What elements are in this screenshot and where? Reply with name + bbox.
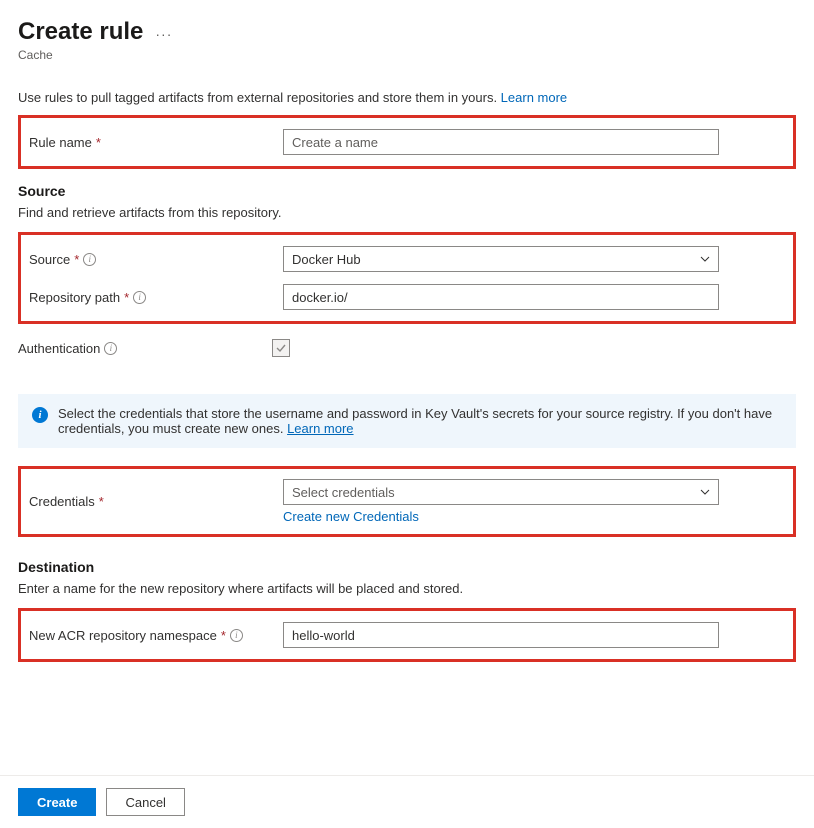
authentication-checkbox[interactable]	[272, 339, 290, 357]
destination-desc: Enter a name for the new repository wher…	[18, 581, 796, 596]
credentials-select-placeholder: Select credentials	[292, 485, 395, 500]
info-icon: i	[32, 407, 48, 423]
info-icon[interactable]: i	[133, 291, 146, 304]
repo-path-label-text: Repository path	[29, 290, 120, 305]
info-icon[interactable]: i	[230, 629, 243, 642]
credentials-info-banner: i Select the credentials that store the …	[18, 394, 796, 448]
chevron-down-icon	[700, 254, 710, 264]
source-select-value: Docker Hub	[292, 252, 361, 267]
source-group: Source * i Docker Hub Repository path * …	[18, 232, 796, 324]
chevron-down-icon	[700, 487, 710, 497]
cancel-button[interactable]: Cancel	[106, 788, 184, 816]
intro-text: Use rules to pull tagged artifacts from …	[18, 90, 796, 105]
page-title: Create rule	[18, 18, 143, 46]
required-indicator: *	[221, 628, 226, 643]
namespace-group: New ACR repository namespace * i	[18, 608, 796, 662]
required-indicator: *	[124, 290, 129, 305]
learn-more-link[interactable]: Learn more	[501, 90, 567, 105]
authentication-label: Authentication i	[18, 341, 266, 356]
namespace-input[interactable]	[283, 622, 719, 648]
namespace-label: New ACR repository namespace * i	[29, 628, 277, 643]
rule-name-group: Rule name *	[18, 115, 796, 169]
source-label-text: Source	[29, 252, 70, 267]
required-indicator: *	[99, 494, 104, 509]
source-select[interactable]: Docker Hub	[283, 246, 719, 272]
required-indicator: *	[74, 252, 79, 267]
create-button[interactable]: Create	[18, 788, 96, 816]
credentials-label-text: Credentials	[29, 494, 95, 509]
rule-name-label-text: Rule name	[29, 135, 92, 150]
credentials-select[interactable]: Select credentials	[283, 479, 719, 505]
required-indicator: *	[96, 135, 101, 150]
source-heading: Source	[18, 183, 796, 199]
banner-learn-more-link[interactable]: Learn more	[287, 421, 353, 436]
banner-text: Select the credentials that store the us…	[58, 406, 772, 436]
authentication-label-text: Authentication	[18, 341, 100, 356]
source-label: Source * i	[29, 252, 277, 267]
namespace-label-text: New ACR repository namespace	[29, 628, 217, 643]
credentials-group: Credentials * Select credentials Create …	[18, 466, 796, 537]
repo-path-label: Repository path * i	[29, 290, 277, 305]
more-actions-button[interactable]: ···	[155, 22, 172, 42]
source-desc: Find and retrieve artifacts from this re…	[18, 205, 796, 220]
check-icon	[275, 342, 287, 354]
destination-heading: Destination	[18, 559, 796, 575]
intro-body: Use rules to pull tagged artifacts from …	[18, 90, 501, 105]
create-credentials-link[interactable]: Create new Credentials	[283, 509, 785, 524]
info-icon[interactable]: i	[83, 253, 96, 266]
page-subtitle: Cache	[18, 48, 796, 62]
rule-name-label: Rule name *	[29, 135, 277, 150]
credentials-label: Credentials *	[29, 494, 277, 509]
repo-path-input[interactable]	[283, 284, 719, 310]
info-icon[interactable]: i	[104, 342, 117, 355]
rule-name-input[interactable]	[283, 129, 719, 155]
footer-bar: Create Cancel	[0, 775, 814, 828]
